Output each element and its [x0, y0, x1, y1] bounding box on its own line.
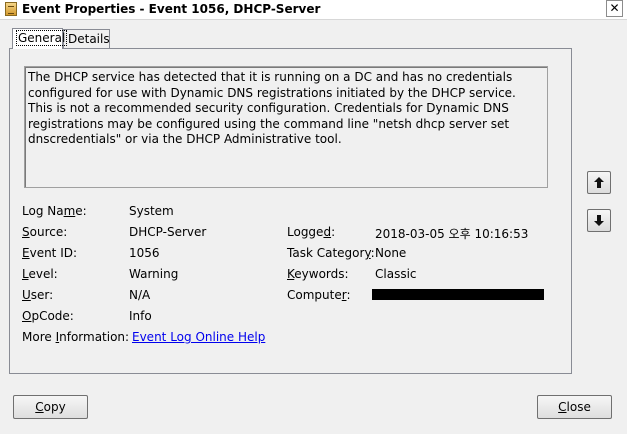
- tab-general-label: General: [15, 30, 68, 46]
- next-event-button[interactable]: [587, 209, 611, 232]
- logged-label: Logged:: [287, 225, 336, 239]
- opcode-label: OpCode:: [22, 309, 74, 323]
- source-value[interactable]: DHCP-Server: [129, 225, 206, 239]
- more-info-label: More Information:: [22, 330, 130, 344]
- previous-event-button[interactable]: [587, 171, 611, 194]
- level-label: Level:: [22, 267, 58, 281]
- title-bar: Event Properties - Event 1056, DHCP-Serv…: [0, 0, 627, 20]
- window-title: Event Properties - Event 1056, DHCP-Serv…: [22, 2, 321, 16]
- opcode-value[interactable]: Info: [129, 309, 152, 323]
- keywords-label: Keywords:: [287, 267, 349, 281]
- event-viewer-icon: [5, 2, 17, 16]
- tab-general[interactable]: General: [12, 28, 68, 49]
- level-value[interactable]: Warning: [129, 267, 178, 281]
- close-button[interactable]: Close: [537, 395, 612, 419]
- window-close-button[interactable]: ✕: [606, 0, 623, 17]
- event-log-online-help-link[interactable]: Event Log Online Help: [132, 330, 265, 344]
- user-value[interactable]: N/A: [129, 288, 150, 302]
- task-category-label: Task Category:: [287, 246, 375, 260]
- task-category-value[interactable]: None: [375, 246, 406, 260]
- event-id-value[interactable]: 1056: [129, 246, 160, 260]
- log-name-value[interactable]: System: [129, 204, 174, 218]
- event-id-label: Event ID:: [22, 246, 78, 260]
- log-name-label: Log Name:: [22, 204, 87, 218]
- keywords-value[interactable]: Classic: [375, 267, 417, 281]
- source-label: Source:: [22, 225, 68, 239]
- copy-button[interactable]: Copy: [13, 395, 88, 419]
- tab-details-label: Details: [68, 32, 110, 46]
- event-description[interactable]: The DHCP service has detected that it is…: [24, 66, 548, 188]
- user-label: User:: [22, 288, 54, 302]
- arrow-down-icon: [594, 215, 604, 226]
- arrow-up-icon: [594, 177, 604, 188]
- logged-value[interactable]: 2018-03-05 오후 10:16:53: [375, 225, 528, 242]
- computer-label: Computer:: [287, 288, 351, 302]
- computer-value-redacted: [372, 289, 544, 300]
- tab-details[interactable]: Details: [63, 29, 110, 48]
